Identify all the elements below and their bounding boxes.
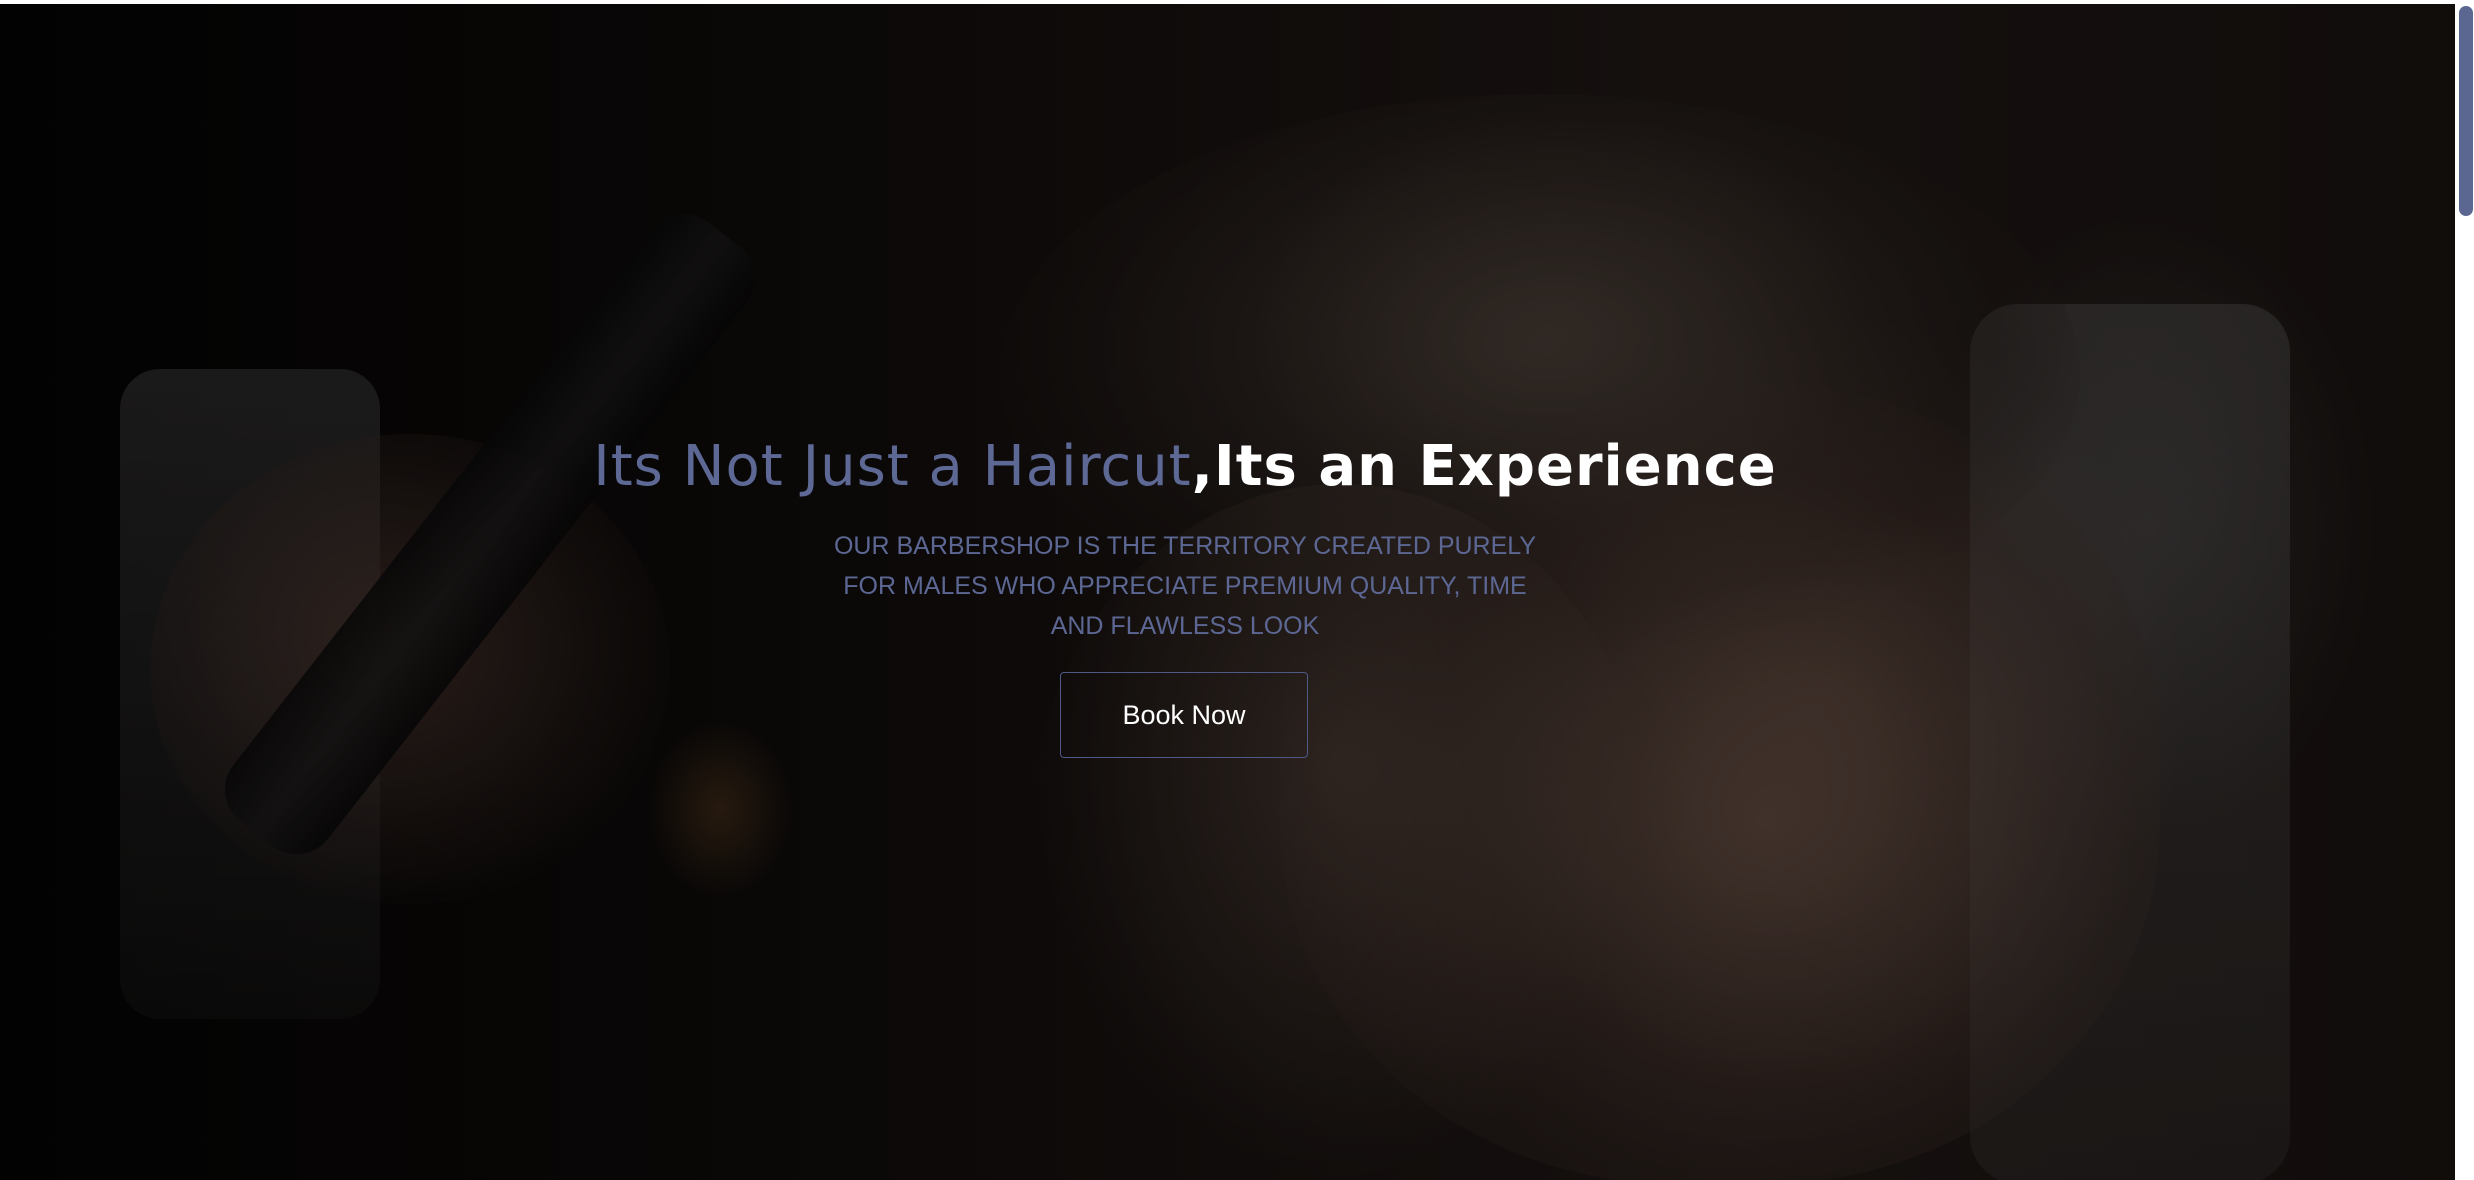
hero-headline-part1: Its Not Just a Haircut [593, 434, 1192, 499]
hero-headline: Its Not Just a Haircut,Its an Experience [0, 434, 2370, 499]
scrollbar-thumb[interactable] [2459, 6, 2473, 216]
page-scrollbar[interactable] [2455, 0, 2474, 1180]
hero-subtitle: OUR BARBERSHOP IS THE TERRITORY CREATED … [833, 532, 1537, 640]
hero-section: Its Not Just a Haircut,Its an Experience… [0, 4, 2455, 1180]
book-now-button[interactable]: Book Now [1060, 672, 1308, 758]
hero-headline-part2: ,Its an Experience [1191, 434, 1777, 499]
browser-viewport: Its Not Just a Haircut,Its an Experience… [0, 0, 2474, 1180]
